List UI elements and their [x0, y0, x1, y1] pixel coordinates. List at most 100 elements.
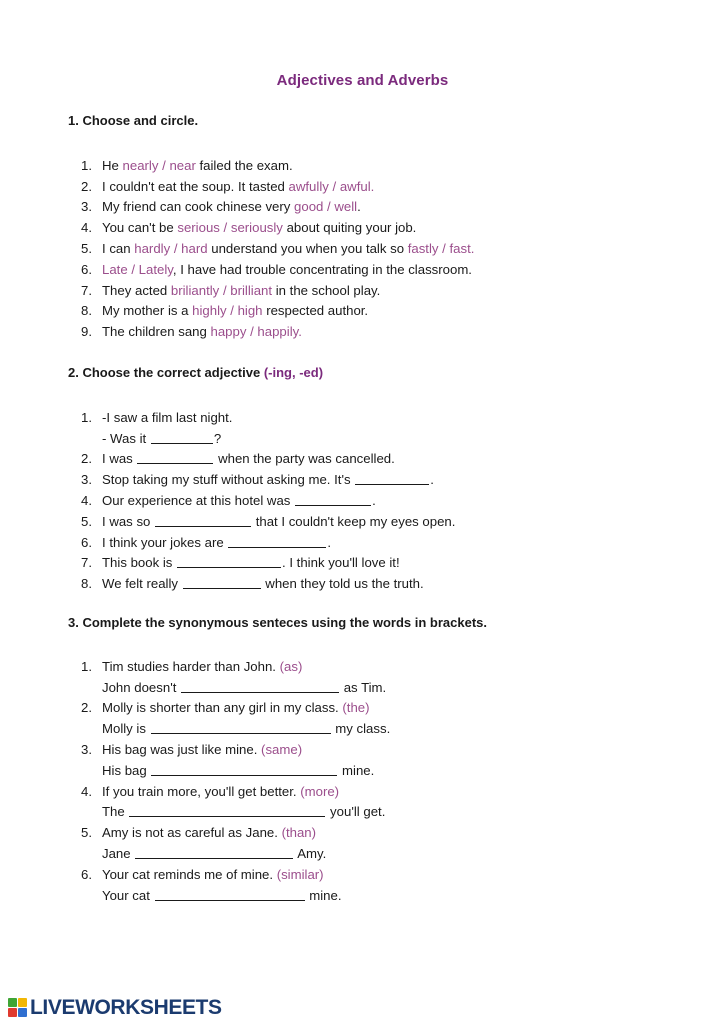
item-subline: Your cat mine.: [102, 886, 695, 907]
sentence-text: They acted: [102, 282, 171, 298]
sentence-text: failed the exam.: [195, 157, 293, 173]
item-line: The children sang happy / happily.: [102, 324, 302, 339]
item-line: Our experience at this hotel was .: [102, 493, 376, 508]
sentence-text: respected author.: [262, 303, 369, 319]
choice-options[interactable]: fastly / fast.: [408, 241, 475, 256]
choice-options[interactable]: hardly / hard: [134, 241, 207, 256]
answer-blank[interactable]: [181, 680, 340, 693]
sentence-text: I think your jokes are: [102, 534, 228, 550]
choice-options[interactable]: nearly / near: [123, 158, 196, 173]
sentence-text: I was so: [102, 513, 155, 529]
sentence-text: , I have had trouble concentrating in th…: [172, 261, 472, 277]
choice-options[interactable]: happy / happily.: [211, 324, 302, 339]
sentence-text: in the school play.: [272, 282, 381, 298]
sentence-text: My mother is a: [102, 303, 193, 319]
liveworksheets-logo-icon: [8, 998, 27, 1017]
item-line: I was when the party was cancelled.: [102, 451, 395, 466]
bracket-hint: (than): [277, 825, 317, 841]
sentence-text: mine.: [338, 762, 375, 778]
item-line: -I saw a film last night.: [102, 410, 232, 425]
item-number: 4.: [81, 493, 92, 509]
item-line: They acted briliantly / brilliant in the…: [102, 283, 380, 298]
exercise-item: 5. I was so that I couldn't keep my eyes …: [68, 512, 695, 533]
item-line: Late / Lately, I have had trouble concen…: [102, 262, 472, 277]
item-number: 2.: [81, 178, 92, 194]
section-2: 2. Choose the correct adjective (-ing, -…: [68, 365, 695, 595]
item-line: I was so that I couldn't keep my eyes op…: [102, 514, 455, 529]
item-subline: The you'll get.: [102, 802, 695, 823]
item-line: My friend can cook chinese very good / w…: [102, 199, 361, 214]
answer-blank[interactable]: [155, 514, 252, 527]
sentence-text: You can't be: [102, 220, 178, 236]
exercise-item: 6. I think your jokes are .: [68, 533, 695, 554]
answer-blank[interactable]: [177, 555, 282, 569]
answer-blank[interactable]: [154, 888, 305, 901]
choice-options[interactable]: highly / high: [192, 303, 262, 318]
choice-options[interactable]: awfully / awful.: [289, 179, 375, 194]
logo-tile-2: [18, 998, 27, 1007]
liveworksheets-wordmark: LIVEWORKSHEETS: [30, 996, 222, 1019]
section-number: 3.: [68, 615, 83, 630]
exercise-item: 5. I can hardly / hard understand you whe…: [68, 239, 695, 260]
item-line: You can't be serious / seriously about q…: [102, 220, 416, 235]
section-heading-text: Complete the synonymous senteces using t…: [82, 615, 488, 630]
sentence-text: .: [372, 493, 376, 509]
item-number: 8.: [81, 576, 92, 592]
item-number: 4.: [81, 783, 92, 799]
item-line: We felt really when they told us the tru…: [102, 576, 424, 591]
item-number: 5.: [81, 513, 92, 529]
exercise-item: 3. His bag was just like mine. (same) His …: [68, 740, 695, 782]
sentence-text: His bag: [102, 762, 151, 778]
section-2-heading: 2. Choose the correct adjective (-ing, -…: [68, 365, 695, 382]
exercise-item: 3. Stop taking my stuff without asking me…: [68, 470, 695, 491]
sentence-text: Jane: [102, 846, 135, 862]
exercise-item: 2. I was when the party was cancelled.: [68, 449, 695, 470]
choice-options[interactable]: Late / Lately: [102, 262, 173, 277]
sentence-text: This book is: [102, 555, 177, 571]
sentence-text: He: [102, 157, 123, 173]
item-line: Your cat reminds me of mine. (similar): [102, 867, 324, 882]
item-number: 1.: [81, 658, 92, 674]
item-line: My mother is a highly / high respected a…: [102, 303, 368, 318]
answer-blank[interactable]: [151, 763, 338, 776]
choice-options[interactable]: good / well: [294, 199, 357, 214]
item-number: 6.: [81, 261, 92, 277]
section-2-items: 1. -I saw a film last night. - Was it ? 2. I…: [68, 408, 695, 595]
sentence-text: Molly is shorter than any girl in my cla…: [102, 700, 339, 716]
answer-blank[interactable]: [137, 451, 214, 465]
page-title: Adjectives and Adverbs: [276, 72, 449, 89]
answer-blank[interactable]: [129, 804, 326, 818]
answer-blank[interactable]: [355, 472, 430, 486]
answer-blank[interactable]: [150, 721, 331, 735]
sentence-text: Tim studies harder than John.: [102, 658, 276, 674]
exercise-item: 1. Tim studies harder than John. (as) John…: [68, 657, 695, 699]
answer-blank[interactable]: [182, 576, 261, 590]
sentence-text: . I think you'll love it!: [282, 555, 400, 571]
exercise-item: 7. This book is . I think you'll love it!: [68, 553, 695, 574]
sentence-text: The: [102, 804, 129, 820]
answer-blank[interactable]: [228, 535, 327, 548]
logo-tile-3: [8, 1008, 17, 1017]
choice-options[interactable]: serious / seriously: [177, 220, 283, 235]
item-subline: His bag mine.: [102, 761, 695, 782]
bracket-hint: (similar): [273, 866, 324, 882]
exercise-item: 4. You can't be serious / seriously about…: [68, 218, 695, 239]
sentence-text: I couldn't eat the soup. It tasted: [102, 178, 289, 194]
section-1-heading: 1. Choose and circle.: [68, 113, 695, 130]
sentence-text: The children sang: [102, 324, 211, 340]
section-3-items: 1. Tim studies harder than John. (as) John…: [68, 657, 695, 907]
section-number: 2.: [68, 365, 83, 380]
footer-branding: LIVEWORKSHEETS: [8, 997, 222, 1018]
sentence-text: Amy is not as careful as Jane.: [102, 825, 278, 841]
bracket-hint: (the): [338, 700, 370, 716]
answer-blank[interactable]: [150, 431, 213, 444]
answer-blank[interactable]: [135, 846, 294, 860]
item-subline: Jane Amy.: [102, 844, 695, 865]
sentence-text: My friend can cook chinese very: [102, 199, 295, 215]
answer-blank[interactable]: [295, 493, 372, 507]
sentence-text: Amy.: [294, 846, 327, 862]
section-1: 1. Choose and circle. 1. He nearly / near…: [68, 113, 695, 343]
sentence-text: If you train more, you'll get better.: [102, 783, 297, 799]
exercise-item: 5. Amy is not as careful as Jane. (than) J…: [68, 823, 695, 865]
choice-options[interactable]: briliantly / brilliant: [171, 283, 272, 298]
